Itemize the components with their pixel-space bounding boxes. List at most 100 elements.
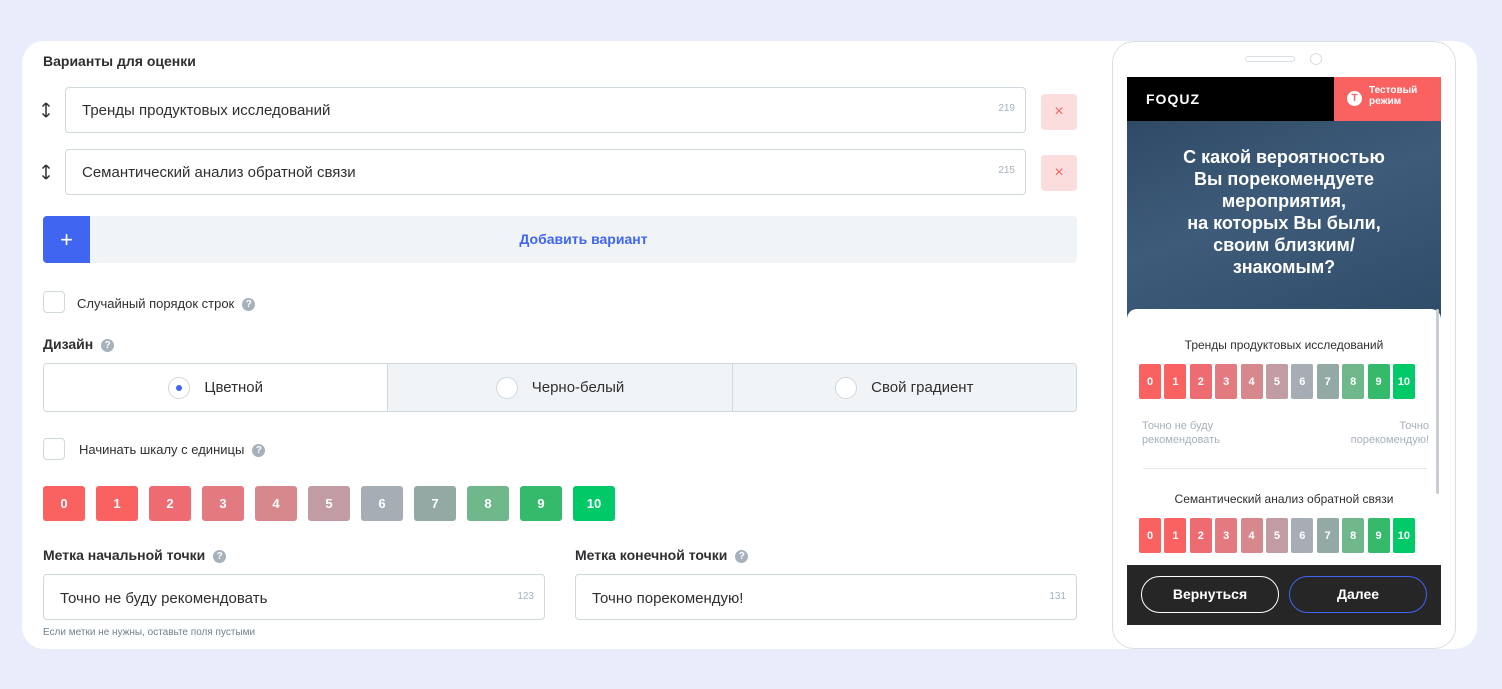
start-from-one-text: Начинать шкалу с единицы <box>79 442 245 457</box>
back-button[interactable]: Вернуться <box>1141 576 1279 613</box>
start-label-title: Метка начальной точки? <box>43 547 227 563</box>
logo: FOQUZ <box>1146 91 1200 107</box>
test-mode-badge: Т Тестовый режим <box>1334 77 1441 121</box>
max-label: Точно порекомендую! <box>1350 420 1429 446</box>
test-mode-icon: Т <box>1347 91 1362 106</box>
option-input-value: Тренды продуктовых исследований <box>82 102 331 119</box>
options-title: Варианты для оценки <box>43 53 196 69</box>
drag-handle-icon[interactable] <box>41 102 51 118</box>
preview-scale-option-2[interactable]: 2 <box>1189 364 1212 399</box>
preview-scale-option-3[interactable]: 3 <box>1215 518 1238 553</box>
nps-scale-preview: 0 1 2 3 4 5 6 7 8 9 10 <box>43 486 626 521</box>
preview-scale-option-10[interactable]: 10 <box>1392 364 1415 399</box>
radio-icon <box>495 376 518 399</box>
scale-value-7: 7 <box>414 486 456 521</box>
design-option-bw[interactable]: Черно-белый <box>387 364 732 411</box>
question-hero: С какой вероятностью Вы порекомендуете м… <box>1127 121 1441 321</box>
preview-scale-option-6[interactable]: 6 <box>1291 364 1314 399</box>
scale-value-6: 6 <box>361 486 403 521</box>
start-label-value: Точно не буду рекомендовать <box>60 590 268 607</box>
preview-scale-option-4[interactable]: 4 <box>1240 518 1263 553</box>
radio-icon <box>835 376 858 399</box>
start-label-title-text: Метка начальной точки <box>43 547 206 563</box>
scale-value-3: 3 <box>202 486 244 521</box>
char-counter: 131 <box>1049 591 1066 602</box>
option-input-2[interactable]: Семантический анализ обратной связи 215 <box>65 149 1026 195</box>
design-option-label: Цветной <box>204 379 263 396</box>
preview-scale-option-0[interactable]: 0 <box>1139 518 1161 553</box>
design-option-label: Свой градиент <box>871 379 974 396</box>
min-label: Точно не буду рекомендовать <box>1142 420 1220 446</box>
drag-handle-icon[interactable] <box>41 164 51 180</box>
preview-item-title: Семантический анализ обратной связи <box>1174 492 1394 506</box>
scrollbar[interactable] <box>1436 309 1439 494</box>
help-icon[interactable]: ? <box>252 444 266 458</box>
option-input-1[interactable]: Тренды продуктовых исследований 219 <box>65 87 1026 133</box>
test-mode-label: Тестовый режим <box>1369 85 1418 107</box>
start-from-one-checkbox[interactable] <box>43 438 65 460</box>
preview-scale-option-0[interactable]: 0 <box>1139 364 1161 399</box>
preview-scale: 0 1 2 3 4 5 6 7 8 9 10 <box>1139 364 1418 399</box>
end-label-value: Точно порекомендую! <box>592 590 744 607</box>
preview-scale-option-1[interactable]: 1 <box>1164 364 1187 399</box>
radio-selected-icon <box>168 376 191 399</box>
scale-value-5: 5 <box>308 486 350 521</box>
start-from-one-label: Начинать шкалу с единицы? <box>79 442 266 458</box>
end-label-input[interactable]: Точно порекомендую! 131 <box>575 574 1077 620</box>
preview-scale-option-2[interactable]: 2 <box>1189 518 1212 553</box>
scale-value-2: 2 <box>149 486 191 521</box>
preview-scale-option-5[interactable]: 5 <box>1265 518 1288 553</box>
plus-icon: + <box>43 216 90 263</box>
design-option-gradient[interactable]: Свой градиент <box>731 364 1076 411</box>
help-icon[interactable]: ? <box>213 549 227 563</box>
next-button[interactable]: Далее <box>1289 576 1427 613</box>
scale-value-4: 4 <box>255 486 297 521</box>
design-option-label: Черно-белый <box>531 379 625 396</box>
preview-scale: 0 1 2 3 4 5 6 7 8 9 10 <box>1139 518 1418 553</box>
preview-scale-option-6[interactable]: 6 <box>1291 518 1314 553</box>
help-icon[interactable]: ? <box>735 549 749 563</box>
random-order-label: Случайный порядок строк? <box>77 296 256 312</box>
preview-scale-option-8[interactable]: 8 <box>1342 518 1365 553</box>
char-counter: 123 <box>517 591 534 602</box>
labels-hint: Если метки не нужны, оставьте поля пусты… <box>43 627 256 638</box>
preview-header: FOQUZ Т Тестовый режим <box>1127 77 1441 121</box>
add-option-label: Добавить вариант <box>519 231 648 247</box>
end-label-title-text: Метка конечной точки <box>575 547 728 563</box>
scale-value-1: 1 <box>96 486 138 521</box>
preview-scale-option-5[interactable]: 5 <box>1265 364 1288 399</box>
start-label-input[interactable]: Точно не буду рекомендовать 123 <box>43 574 545 620</box>
remove-option-button[interactable]: × <box>1041 155 1077 191</box>
remove-option-button[interactable]: × <box>1041 94 1077 130</box>
char-counter: 219 <box>998 103 1015 114</box>
scale-value-8: 8 <box>467 486 509 521</box>
mobile-preview: FOQUZ Т Тестовый режим С какой вероятнос… <box>1112 41 1456 649</box>
design-title: Дизайн? <box>43 336 115 352</box>
add-option-button[interactable]: + Добавить вариант <box>43 216 1077 263</box>
preview-scale-option-9[interactable]: 9 <box>1367 364 1390 399</box>
help-icon[interactable]: ? <box>101 338 115 352</box>
phone-camera <box>1310 53 1322 65</box>
preview-scale-option-4[interactable]: 4 <box>1240 364 1263 399</box>
scale-value-0: 0 <box>43 486 85 521</box>
design-option-colored[interactable]: Цветной <box>44 364 388 411</box>
design-title-text: Дизайн <box>43 336 94 352</box>
question-text: С какой вероятностью Вы порекомендуете м… <box>1183 147 1385 277</box>
help-icon[interactable]: ? <box>242 298 256 312</box>
preview-scale-option-1[interactable]: 1 <box>1164 518 1187 553</box>
scale-value-9: 9 <box>520 486 562 521</box>
preview-item-title: Тренды продуктовых исследований <box>1184 338 1384 352</box>
random-order-text: Случайный порядок строк <box>77 296 235 311</box>
close-icon: × <box>1054 164 1064 181</box>
preview-scale-option-7[interactable]: 7 <box>1316 364 1339 399</box>
random-order-checkbox[interactable] <box>43 291 65 313</box>
preview-scale-option-7[interactable]: 7 <box>1316 518 1339 553</box>
preview-scale-option-10[interactable]: 10 <box>1392 518 1415 553</box>
preview-footer: Вернуться Далее <box>1127 565 1441 625</box>
preview-scale-option-8[interactable]: 8 <box>1342 364 1365 399</box>
design-selector: Цветной Черно-белый Свой градиент <box>43 363 1077 412</box>
preview-scale-option-3[interactable]: 3 <box>1215 364 1238 399</box>
preview-scale-option-9[interactable]: 9 <box>1367 518 1390 553</box>
divider <box>1143 468 1427 469</box>
char-counter: 215 <box>998 165 1015 176</box>
